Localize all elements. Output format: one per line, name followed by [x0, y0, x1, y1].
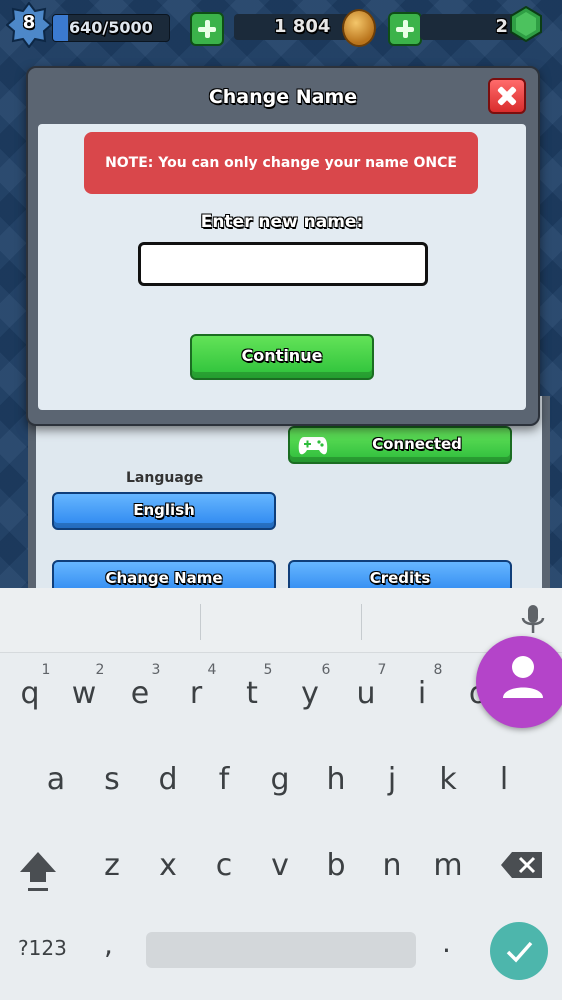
- top-hud: 8 640/5000 1 804 2: [0, 0, 562, 56]
- gold-bar: 1 804: [234, 14, 352, 40]
- key-hint: 7: [377, 662, 387, 678]
- key-e[interactable]: e: [120, 676, 160, 711]
- add-gold-button[interactable]: [190, 12, 224, 46]
- key-h[interactable]: h: [316, 762, 356, 797]
- key-g[interactable]: g: [260, 762, 300, 797]
- key-b[interactable]: b: [316, 848, 356, 883]
- key-hint: 8: [433, 662, 443, 678]
- continue-button[interactable]: Continue: [190, 334, 374, 380]
- key-k[interactable]: k: [428, 762, 468, 797]
- key-t[interactable]: t: [232, 676, 272, 711]
- key-hint: 4: [207, 662, 217, 678]
- key-u[interactable]: u: [346, 676, 386, 711]
- avatar-bubble[interactable]: [476, 636, 562, 728]
- suggestion-divider: [200, 604, 201, 640]
- key-hint: 2: [95, 662, 105, 678]
- key-z[interactable]: z: [92, 848, 132, 883]
- gem-icon: [510, 6, 542, 42]
- space-bar[interactable]: [146, 932, 416, 968]
- checkmark-icon: [506, 941, 533, 963]
- person-icon: [503, 656, 543, 698]
- new-name-input[interactable]: [138, 242, 428, 286]
- microphone-icon[interactable]: [520, 604, 546, 638]
- key-r[interactable]: r: [176, 676, 216, 711]
- key-v[interactable]: v: [260, 848, 300, 883]
- key-a[interactable]: a: [36, 762, 76, 797]
- comma-key[interactable]: ,: [104, 928, 113, 961]
- suggestion-strip: [0, 588, 562, 653]
- symbols-key[interactable]: ?123: [18, 936, 67, 960]
- key-d[interactable]: d: [148, 762, 188, 797]
- key-m[interactable]: m: [428, 848, 468, 883]
- enter-name-label: Enter new name:: [200, 212, 364, 232]
- gold-coin-icon: [342, 9, 376, 47]
- key-f[interactable]: f: [204, 762, 244, 797]
- dialog-title: Change Name: [208, 86, 358, 108]
- change-name-dialog: Change Name NOTE: You can only change yo…: [26, 66, 540, 426]
- key-l[interactable]: l: [484, 762, 524, 797]
- connected-label: Connected: [372, 435, 462, 453]
- enter-key[interactable]: [490, 922, 548, 980]
- language-select-button[interactable]: English: [52, 492, 276, 530]
- shift-icon[interactable]: [18, 848, 58, 894]
- xp-fill: [53, 15, 68, 41]
- gamepad-icon: [298, 437, 328, 455]
- dialog-body: NOTE: You can only change your name ONCE…: [38, 124, 526, 410]
- key-x[interactable]: x: [148, 848, 188, 883]
- gem-amount: 2: [495, 16, 508, 37]
- backspace-icon[interactable]: [500, 850, 544, 880]
- key-y[interactable]: y: [290, 676, 330, 711]
- connected-button[interactable]: Connected: [288, 426, 512, 464]
- key-c[interactable]: c: [204, 848, 244, 883]
- key-hint: 1: [41, 662, 51, 678]
- level-badge: 8: [6, 2, 52, 48]
- key-n[interactable]: n: [372, 848, 412, 883]
- level-number: 8: [22, 12, 36, 33]
- language-label: Language: [126, 470, 204, 486]
- key-q[interactable]: q: [10, 676, 50, 711]
- xp-bar: 640/5000: [52, 14, 170, 42]
- close-icon[interactable]: [488, 78, 526, 114]
- key-hint: 3: [151, 662, 161, 678]
- xp-text: 640/5000: [69, 18, 153, 37]
- key-j[interactable]: j: [372, 762, 412, 797]
- add-gems-button[interactable]: [388, 12, 422, 46]
- gold-amount: 1 804: [274, 16, 331, 37]
- on-screen-keyboard: qwertyuio12345678asdfghjklzxcvbnm ?123 ,…: [0, 588, 562, 1000]
- suggestion-divider: [361, 604, 362, 640]
- key-hint: 5: [263, 662, 273, 678]
- key-hint: 6: [321, 662, 331, 678]
- key-s[interactable]: s: [92, 762, 132, 797]
- key-w[interactable]: w: [64, 676, 104, 711]
- name-change-note: NOTE: You can only change your name ONCE: [84, 132, 478, 194]
- period-key[interactable]: .: [442, 926, 451, 959]
- key-i[interactable]: i: [402, 676, 442, 711]
